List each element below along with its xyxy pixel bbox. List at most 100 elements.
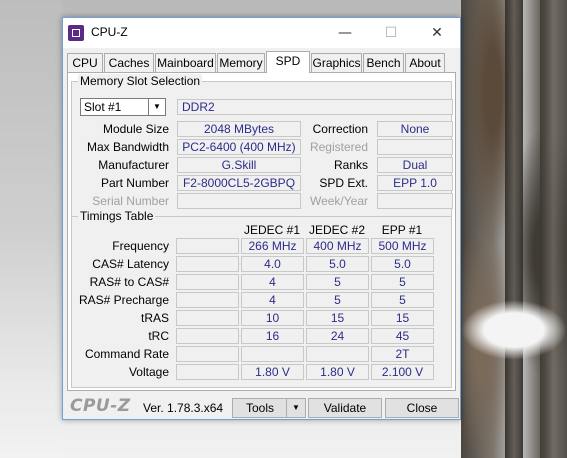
close-window-button[interactable]: ✕ xyxy=(414,18,460,48)
part-number-value: F2-8000CL5-2GBPQ xyxy=(177,175,301,191)
tab-cpu[interactable]: CPU xyxy=(67,53,103,72)
group-title: Timings Table xyxy=(78,209,156,223)
row-label-tras: tRAS xyxy=(140,311,169,325)
timing-cell-empty xyxy=(176,238,239,254)
close-button[interactable]: Close xyxy=(385,398,459,418)
timing-cell: 2T xyxy=(371,346,434,362)
timing-cell-empty xyxy=(176,256,239,272)
dropdown-arrow-icon[interactable]: ▼ xyxy=(286,399,305,417)
snow-patch xyxy=(461,300,567,360)
title-bar[interactable]: CPU-Z — ☐ ✕ xyxy=(63,18,460,48)
timing-cell xyxy=(241,346,304,362)
spd-ext-label: SPD Ext. xyxy=(319,176,368,190)
group-title: Memory Slot Selection xyxy=(78,74,203,88)
timing-cell: 5 xyxy=(371,292,434,308)
version-label: Ver. 1.78.3.x64 xyxy=(143,401,224,415)
bottom-bar: CPU-Z Ver. 1.78.3.x64 Tools ▼ Validate C… xyxy=(63,394,460,419)
tree-trunk xyxy=(505,0,523,458)
timing-cell-empty xyxy=(176,274,239,290)
tab-about[interactable]: About xyxy=(405,53,445,72)
timing-cell: 15 xyxy=(306,310,369,326)
timing-cell: 500 MHz xyxy=(371,238,434,254)
timing-cell: 400 MHz xyxy=(306,238,369,254)
registered-value xyxy=(377,139,453,155)
spd-tab-panel: Memory Slot Selection Slot #1 ▼ DDR2 Mod… xyxy=(67,72,456,391)
serial-number-label: Serial Number xyxy=(92,194,169,208)
correction-value: None xyxy=(377,121,453,137)
tools-button[interactable]: Tools ▼ xyxy=(232,398,306,418)
timing-cell: 15 xyxy=(371,310,434,326)
week-year-value xyxy=(377,193,453,209)
module-size-label: Module Size xyxy=(102,122,169,136)
spd-ext-value: EPP 1.0 xyxy=(377,175,453,191)
cpuz-app-icon xyxy=(68,25,84,41)
cpuz-logo: CPU-Z xyxy=(70,396,131,416)
timing-cell: 5 xyxy=(306,274,369,290)
registered-label: Registered xyxy=(309,140,368,154)
ranks-label: Ranks xyxy=(333,158,368,172)
tree-trunk xyxy=(540,0,567,458)
tools-button-label: Tools xyxy=(245,401,274,415)
timings-table-group: Timings Table JEDEC #1 JEDEC #2 EPP #1 F… xyxy=(71,209,452,388)
row-label-trc: tRC xyxy=(148,329,169,343)
timing-cell: 1.80 V xyxy=(241,364,304,380)
max-bandwidth-label: Max Bandwidth xyxy=(86,140,169,154)
tab-bar: CPU Caches Mainboard Memory SPD Graphics… xyxy=(63,51,460,73)
slot-select[interactable]: Slot #1 ▼ xyxy=(80,98,166,116)
column-header-epp1: EPP #1 xyxy=(381,223,423,237)
timing-cell: 4 xyxy=(241,292,304,308)
timing-cell-empty xyxy=(176,346,239,362)
timing-cell: 266 MHz xyxy=(241,238,304,254)
timing-cell: 10 xyxy=(241,310,304,326)
tab-bench[interactable]: Bench xyxy=(363,53,404,72)
chevron-down-icon: ▼ xyxy=(148,99,165,115)
tab-graphics[interactable]: Graphics xyxy=(311,53,362,72)
timing-cell: 1.80 V xyxy=(306,364,369,380)
timing-cell-empty xyxy=(176,292,239,308)
ranks-value: Dual xyxy=(377,157,453,173)
correction-label: Correction xyxy=(312,122,368,136)
manufacturer-value: G.Skill xyxy=(177,157,301,173)
tab-spd[interactable]: SPD xyxy=(266,51,310,73)
tab-caches[interactable]: Caches xyxy=(104,53,154,72)
column-header-jedec2: JEDEC #2 xyxy=(308,223,366,237)
timing-cell: 5 xyxy=(371,274,434,290)
timing-cell: 45 xyxy=(371,328,434,344)
part-number-label: Part Number xyxy=(100,176,169,190)
timing-cell: 5 xyxy=(306,292,369,308)
serial-number-value xyxy=(177,193,301,209)
column-header-jedec1: JEDEC #1 xyxy=(243,223,301,237)
slot-select-value: Slot #1 xyxy=(84,100,122,114)
timing-cell-empty xyxy=(176,364,239,380)
tab-memory[interactable]: Memory xyxy=(217,53,265,72)
timing-cell: 2.100 V xyxy=(371,364,434,380)
minimize-button[interactable]: — xyxy=(322,18,368,48)
week-year-label: Week/Year xyxy=(309,194,368,208)
row-label-cas-latency: CAS# Latency xyxy=(92,257,169,271)
row-label-ras-precharge: RAS# Precharge xyxy=(78,293,169,307)
row-label-voltage: Voltage xyxy=(128,365,169,379)
module-size-value: 2048 MBytes xyxy=(177,121,301,137)
max-bandwidth-value: PC2-6400 (400 MHz) xyxy=(177,139,301,155)
timing-cell: 5.0 xyxy=(306,256,369,272)
memory-type-field: DDR2 xyxy=(177,99,453,115)
tab-mainboard[interactable]: Mainboard xyxy=(155,53,216,72)
timing-cell xyxy=(306,346,369,362)
row-label-command-rate: Command Rate xyxy=(84,347,169,361)
maximize-button[interactable]: ☐ xyxy=(368,18,414,48)
desktop-background-left xyxy=(0,0,62,458)
window-title: CPU-Z xyxy=(91,25,128,39)
timing-cell: 4 xyxy=(241,274,304,290)
timing-cell: 5.0 xyxy=(371,256,434,272)
timing-cell-empty xyxy=(176,328,239,344)
timing-cell: 4.0 xyxy=(241,256,304,272)
row-label-frequency: Frequency xyxy=(112,239,169,253)
timing-cell-empty xyxy=(176,310,239,326)
row-label-ras-to-cas: RAS# to CAS# xyxy=(89,275,169,289)
manufacturer-label: Manufacturer xyxy=(98,158,169,172)
memory-slot-group: Memory Slot Selection Slot #1 ▼ DDR2 Mod… xyxy=(71,74,453,218)
validate-button[interactable]: Validate xyxy=(308,398,382,418)
timing-cell: 16 xyxy=(241,328,304,344)
timing-cell: 24 xyxy=(306,328,369,344)
cpuz-window: CPU-Z — ☐ ✕ CPU Caches Mainboard Memory … xyxy=(62,17,461,420)
